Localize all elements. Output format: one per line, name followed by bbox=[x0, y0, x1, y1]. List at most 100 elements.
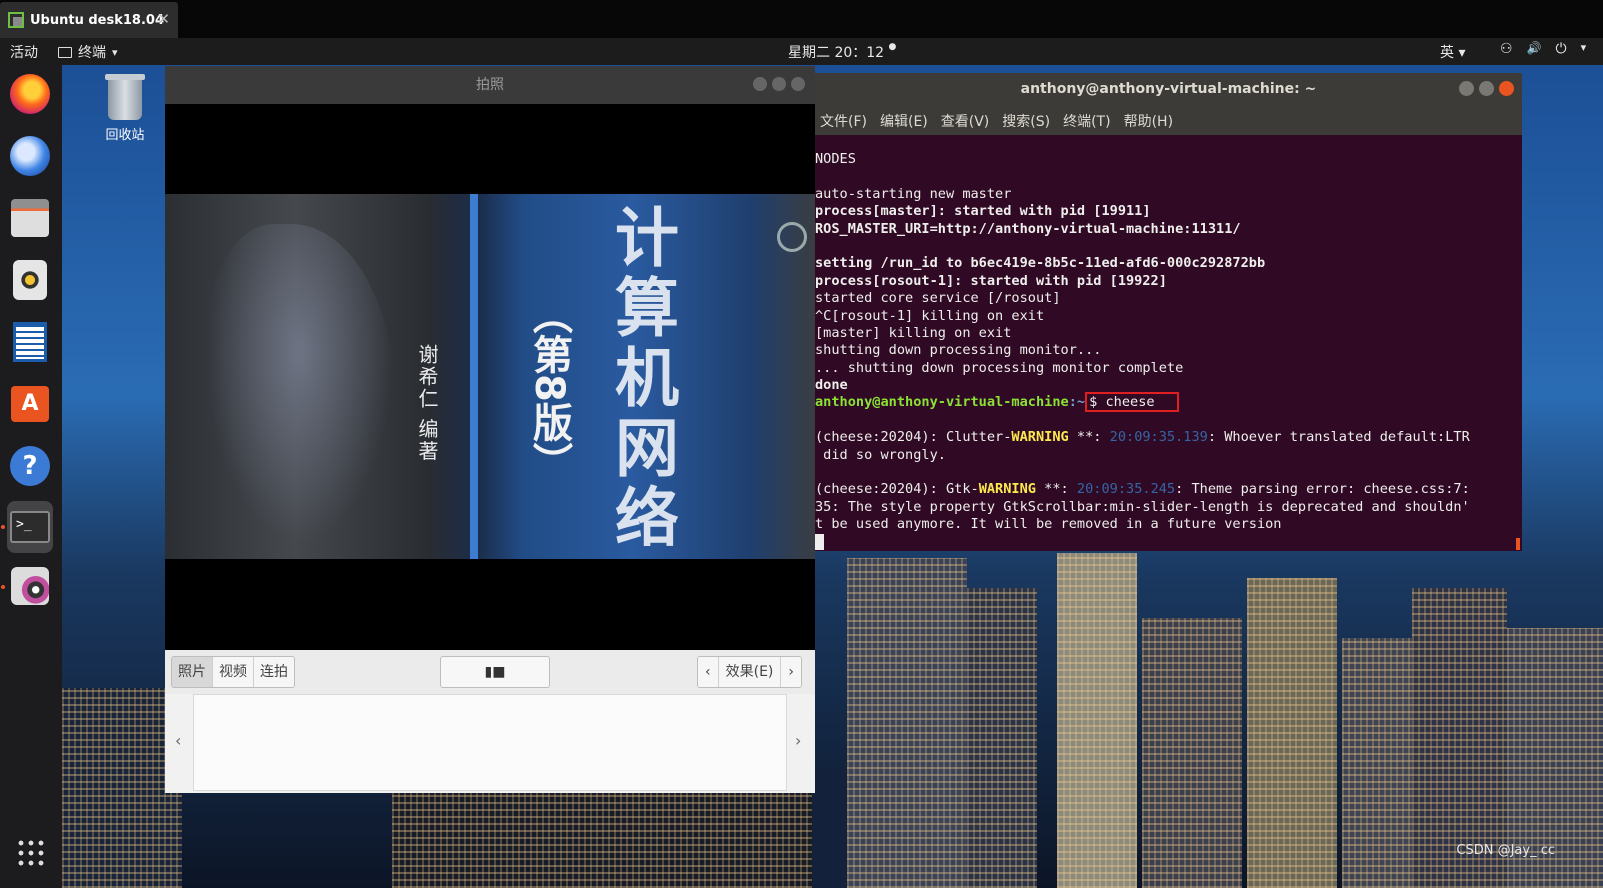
menu-help[interactable]: 帮助(H) bbox=[1124, 111, 1173, 131]
maximize-icon[interactable] bbox=[1479, 81, 1494, 96]
minimize-icon[interactable] bbox=[1459, 81, 1474, 96]
dock-files[interactable] bbox=[7, 195, 53, 241]
terminal-line: setting /run_id to b6ec419e-8b5c-11ed-af… bbox=[815, 255, 1266, 272]
mode-photo-button[interactable]: 照片 bbox=[172, 657, 213, 687]
terminal-line: process[master]: started with pid [19911… bbox=[815, 203, 1151, 220]
trash-label: 回收站 bbox=[105, 128, 145, 143]
dock-rhythmbox[interactable] bbox=[7, 257, 53, 303]
trash-icon bbox=[105, 74, 145, 120]
prompt-path: :~ bbox=[1068, 394, 1086, 411]
firefox-icon bbox=[10, 74, 50, 114]
warning-level: WARNING bbox=[978, 481, 1036, 498]
clock[interactable]: 星期二 20：12 ● bbox=[788, 42, 896, 62]
input-method-indicator[interactable]: 英 ▾ bbox=[1440, 42, 1465, 62]
prompt-user-host: anthony@anthony-virtual-machine bbox=[815, 394, 1069, 411]
take-photo-button[interactable]: ▮■ bbox=[440, 656, 550, 688]
dock-cheese[interactable] bbox=[7, 563, 53, 609]
dock-firefox[interactable] bbox=[7, 71, 53, 117]
app-menu[interactable]: 终端 ▾ bbox=[58, 42, 118, 62]
power-icon: ⏻ bbox=[1555, 41, 1567, 57]
running-indicator bbox=[1, 585, 5, 589]
dock-writer[interactable] bbox=[7, 319, 53, 365]
city-building bbox=[1142, 618, 1242, 888]
webcam-frame: 谢希仁 编著 （第8版） 计算机网络 bbox=[165, 194, 815, 559]
watermark: CSDN @Jay_ cc bbox=[1456, 843, 1555, 858]
terminal-window: anthony@anthony-virtual-machine: ~ 文件(F)… bbox=[815, 73, 1522, 551]
running-indicator bbox=[1, 525, 5, 529]
warning-time: 20:09:35.245 bbox=[1076, 481, 1176, 498]
dock-terminal[interactable]: >_ bbox=[7, 501, 53, 553]
terminal-line: NODES bbox=[815, 151, 856, 167]
effects-prev-button[interactable]: ‹ bbox=[698, 657, 719, 687]
effects-button[interactable]: 效果(E) bbox=[718, 657, 782, 687]
mode-burst-button[interactable]: 连拍 bbox=[254, 657, 294, 687]
book-edition: （第8版） bbox=[526, 294, 572, 482]
warning-message: : Theme parsing error: cheese.css:7: bbox=[1175, 481, 1470, 498]
terminal-prompt-line: anthony@anthony-virtual-machine:~ $ chees… bbox=[815, 392, 1522, 413]
system-tray[interactable]: ⚇ 🔊 ⏻ ▾ bbox=[1500, 41, 1586, 57]
mode-video-button[interactable]: 视频 bbox=[213, 657, 254, 687]
minimize-icon[interactable] bbox=[753, 77, 767, 91]
close-icon[interactable]: ✕ bbox=[157, 10, 170, 28]
terminal-line: did so wrongly. bbox=[815, 446, 946, 463]
app-menu-label: 终端 bbox=[78, 45, 106, 61]
effects-group: ‹ 效果(E) › bbox=[697, 656, 802, 688]
cheese-title: 拍照 bbox=[476, 77, 504, 93]
terminal-titlebar[interactable]: anthony@anthony-virtual-machine: ~ bbox=[815, 73, 1522, 106]
menu-terminal[interactable]: 终端(T) bbox=[1063, 111, 1110, 131]
cheese-icon bbox=[11, 567, 49, 605]
terminal-icon bbox=[58, 46, 72, 58]
book-author: 谢希仁 编著 bbox=[415, 344, 439, 463]
terminal-line: auto-starting new master bbox=[815, 185, 1012, 202]
terminal-icon: >_ bbox=[10, 511, 50, 543]
show-apps-icon[interactable] bbox=[16, 838, 46, 868]
warning-message: : Whoever translated default:LTR bbox=[1207, 429, 1470, 446]
menu-search[interactable]: 搜索(S) bbox=[1002, 111, 1050, 131]
dock-help[interactable]: ? bbox=[7, 443, 53, 489]
warning-line: (cheese:20204): Clutter-WARNING **: 20:0… bbox=[815, 429, 1522, 446]
thumbnails-prev-icon[interactable]: ‹ bbox=[175, 731, 181, 750]
terminal-line: ^C[rosout-1] killing on exit bbox=[815, 307, 1045, 324]
cheese-titlebar[interactable]: 拍照 bbox=[165, 66, 815, 104]
thumbnails-next-icon[interactable]: › bbox=[795, 731, 801, 750]
scrollbar-indicator[interactable] bbox=[1516, 538, 1520, 550]
maximize-icon[interactable] bbox=[772, 77, 786, 91]
terminal-menubar: 文件(F) 编辑(E) 查看(V) 搜索(S) 终端(T) 帮助(H) bbox=[815, 106, 1522, 135]
thumbnail-strip[interactable] bbox=[193, 694, 787, 791]
warning-level: WARNING bbox=[1011, 429, 1069, 446]
notification-dot-icon: ● bbox=[888, 42, 897, 52]
menu-file[interactable]: 文件(F) bbox=[820, 111, 867, 131]
effects-next-button[interactable]: › bbox=[781, 657, 801, 687]
dock-software[interactable]: A bbox=[7, 381, 53, 427]
desktop-trash[interactable]: 回收站 bbox=[92, 74, 158, 143]
dock-thunderbird[interactable] bbox=[7, 133, 53, 179]
menu-edit[interactable]: 编辑(E) bbox=[880, 111, 928, 131]
dock: A ? >_ bbox=[0, 65, 62, 888]
terminal-output[interactable]: NODES auto-starting new master process[m… bbox=[815, 135, 1522, 551]
city-building bbox=[392, 793, 812, 888]
vm-tab-title: Ubuntu desk18.04 bbox=[30, 12, 164, 28]
menu-view[interactable]: 查看(V) bbox=[941, 111, 990, 131]
cover-logo bbox=[777, 222, 807, 252]
thunderbird-icon bbox=[10, 136, 50, 176]
vm-icon bbox=[8, 12, 24, 28]
close-icon[interactable] bbox=[791, 77, 805, 91]
vm-tab[interactable]: Ubuntu desk18.04 ✕ bbox=[0, 2, 178, 38]
cheese-window: 拍照 谢希仁 编著 （第8版） 计算机网络 照片 视频 连拍 ▮■ ‹ 效果(E… bbox=[165, 66, 815, 793]
top-bar: 活动 终端 ▾ 星期二 20：12 ● 英 ▾ ⚇ 🔊 ⏻ ▾ bbox=[0, 38, 1603, 65]
cheese-toolbar: 照片 视频 连拍 ▮■ ‹ 效果(E) › bbox=[165, 650, 815, 694]
writer-icon bbox=[13, 322, 47, 362]
city-building bbox=[967, 588, 1037, 888]
close-icon[interactable] bbox=[1499, 81, 1514, 96]
warning-prefix: (cheese:20204): Clutter- bbox=[815, 429, 1012, 446]
city-building bbox=[1057, 553, 1137, 888]
files-icon bbox=[11, 199, 49, 237]
activities-button[interactable]: 活动 bbox=[10, 42, 38, 62]
terminal-title: anthony@anthony-virtual-machine: ~ bbox=[1020, 81, 1317, 97]
warning-sep: **: bbox=[1035, 481, 1077, 498]
clock-label: 星期二 20：12 bbox=[788, 45, 885, 61]
volume-icon: 🔊 bbox=[1526, 41, 1542, 55]
